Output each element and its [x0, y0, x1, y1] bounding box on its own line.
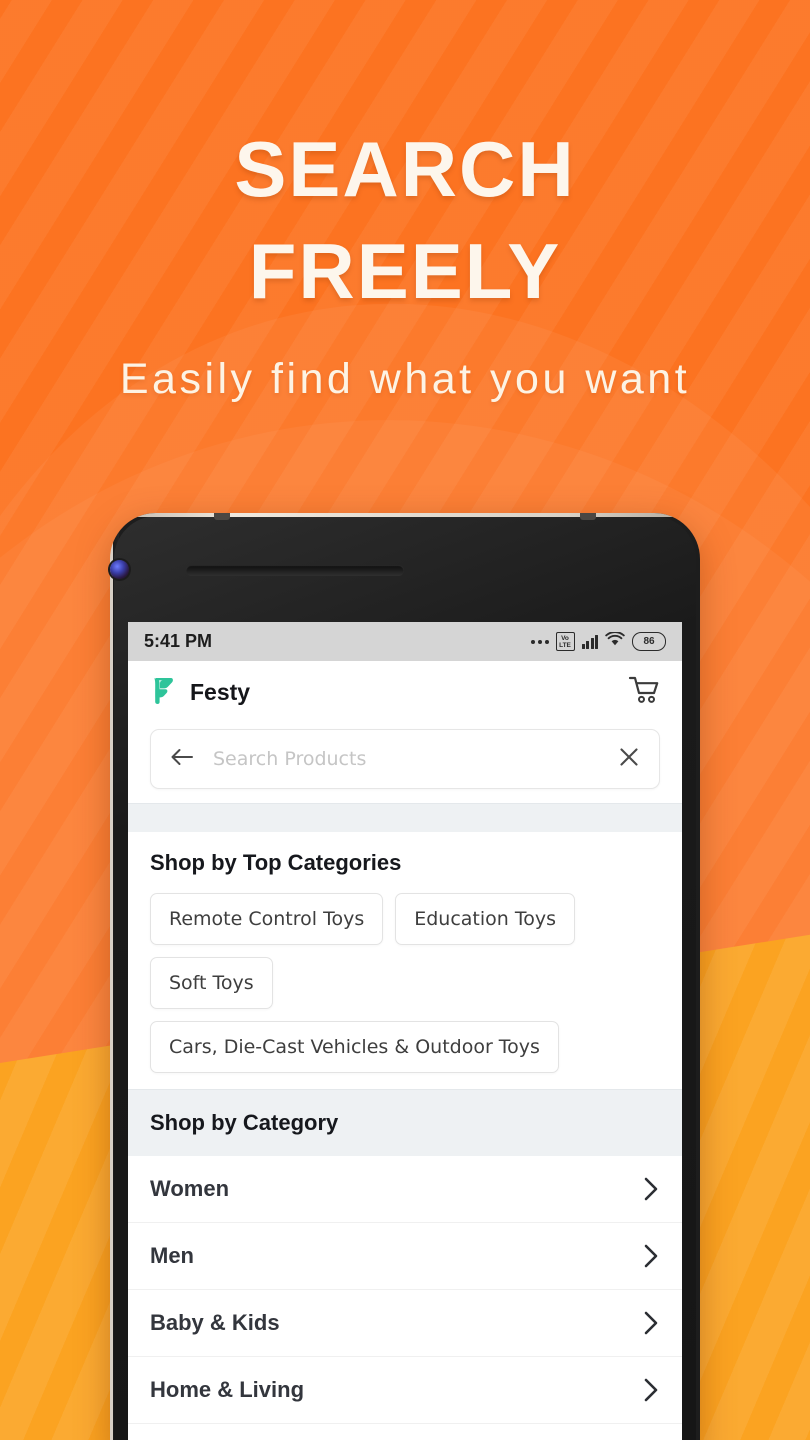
category-label: Men	[150, 1243, 194, 1268]
promo-banner: SEARCH FREELY Easily find what you want …	[0, 0, 810, 1440]
top-categories-section: Shop by Top Categories Remote Control To…	[128, 832, 682, 1089]
search-input[interactable]	[211, 747, 601, 771]
status-bar: 5:41 PM Vo LTE 86	[128, 622, 682, 661]
category-list: Women Men Baby & Kids Home & Living	[128, 1156, 682, 1440]
top-categories-title: Shop by Top Categories	[150, 850, 402, 875]
chevron-right-icon	[642, 1176, 660, 1202]
list-item[interactable]: Men	[128, 1223, 682, 1290]
promo-headline: SEARCH FREELY	[0, 118, 810, 322]
category-label: Women	[150, 1176, 230, 1201]
more-dots-icon	[530, 639, 549, 644]
phone-top-nub-right	[580, 513, 596, 520]
brand-name: Festy	[190, 678, 251, 705]
brand: Festy	[150, 675, 250, 709]
festy-logo-icon	[150, 675, 176, 709]
search-area	[128, 723, 682, 803]
earpiece-speaker	[186, 565, 404, 576]
wifi-icon	[605, 631, 625, 651]
front-camera-icon	[110, 560, 129, 579]
battery-icon: 86	[632, 632, 666, 651]
shop-by-category-title: Shop by Category	[128, 1089, 682, 1156]
chevron-right-icon	[642, 1377, 660, 1403]
category-chip[interactable]: Cars, Die-Cast Vehicles & Outdoor Toys	[150, 1021, 559, 1073]
cellular-signal-icon	[581, 634, 598, 649]
category-label: Home & Living	[150, 1377, 305, 1402]
phone-top-nub-left	[214, 513, 230, 520]
shopping-cart-icon[interactable]	[628, 675, 660, 709]
list-item[interactable]: Home & Living	[128, 1357, 682, 1424]
status-icons: Vo LTE 86	[530, 631, 666, 651]
list-item[interactable]: Women	[128, 1156, 682, 1223]
chevron-right-icon	[642, 1310, 660, 1336]
category-chip[interactable]: Soft Toys	[150, 957, 273, 1009]
status-time: 5:41 PM	[144, 631, 213, 651]
section-divider	[128, 803, 682, 832]
volte-bottom-label: LTE	[559, 641, 571, 649]
category-chip[interactable]: Remote Control Toys	[150, 893, 384, 945]
app-bar: Festy	[128, 661, 682, 723]
battery-level: 86	[643, 636, 655, 647]
top-categories-chips: Remote Control Toys Education Toys Soft …	[150, 893, 660, 1073]
promo-subtitle: Easily find what you want	[119, 355, 691, 403]
category-chip[interactable]: Education Toys	[395, 893, 575, 945]
volte-icon: Vo LTE	[555, 632, 575, 651]
headline-line-1: SEARCH	[234, 125, 576, 213]
search-bar[interactable]	[150, 729, 660, 789]
phone-screen: 5:41 PM Vo LTE 86 Festy Search Products …	[128, 622, 682, 1440]
chevron-right-icon	[642, 1243, 660, 1269]
list-item[interactable]: Baby & Kids	[128, 1290, 682, 1357]
headline-line-2: FREELY	[248, 227, 562, 315]
category-label: Baby & Kids	[150, 1310, 280, 1335]
volte-top-label: Vo	[561, 634, 569, 642]
arrow-left-icon[interactable]	[169, 747, 195, 771]
close-icon[interactable]	[617, 745, 641, 773]
list-item[interactable]: Mobiles & Electronics	[128, 1424, 682, 1440]
